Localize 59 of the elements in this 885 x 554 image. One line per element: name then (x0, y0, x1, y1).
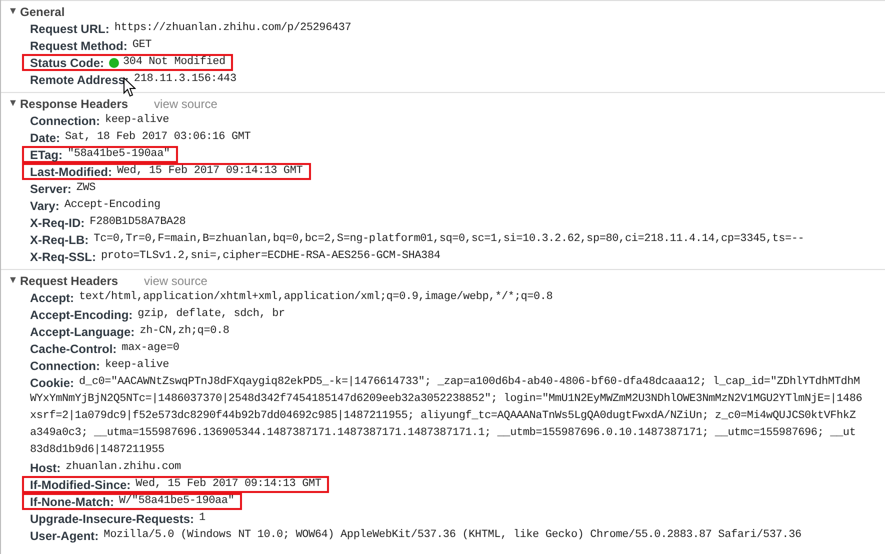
header-name: Cache-Control: (30, 340, 117, 358)
header-value: Sat, 18 Feb 2017 03:06:16 GMT (65, 130, 251, 146)
header-value: Accept-Encoding (64, 198, 160, 214)
header-name: If-Modified-Since: (30, 476, 131, 494)
section-title: General (20, 4, 65, 20)
header-value: "58a41be5-190aa" (67, 147, 170, 162)
header-value: F280B1D58A7BA28 (90, 215, 186, 230)
header-value: gzip, deflate, sdch, br (138, 307, 285, 322)
header-value: Wed, 15 Feb 2017 09:14:13 GMT (117, 164, 303, 180)
header-name: Host: (30, 460, 61, 476)
header-name: Vary: (30, 198, 60, 214)
header-value: WYxYmNmYjBjN2Q5NTc=|1486037370|2548d342f7454185147d6209eeb32a3052238852"; login="MmU1N2EyMWZmM2U3NDhlOWE3NmMzN2V1MGU2YTlmNjE=|1486 (30, 392, 862, 408)
header-name: Status Code: (30, 54, 104, 72)
section-title: Request Headers (20, 272, 118, 290)
header-value: xsrf=2|1a079dc9|f52e573dc8290f44b92b7dd04692c985|1487211955; aliyungf_tc=AQAAANaTnWs5LgQA0dugtFwxdA/NZiUn; z_c0=Mi4wQUJCS0ktVFhkZ (30, 409, 856, 424)
header-name: X-Req-SSL: (30, 248, 96, 266)
header-name: Accept-Encoding: (30, 306, 133, 324)
header-value: W/"58a41be5-190aa" (119, 494, 234, 510)
section-toggle[interactable]: ▼ (8, 273, 20, 288)
header-value: 1 (199, 511, 206, 526)
header-value: d_c0="AACAWNtZswqPTnJ8dFXqaygiq82ekPD5_-k=|1476614733"; _zap=a100d6b4-ab40-4806-bf60-dfa48dcaaa12; l_cap_id="ZDhlYTdhMTdhM (79, 375, 860, 390)
section-title: Response Headers (20, 96, 128, 112)
header-value: zh-CN,zh;q=0.8 (140, 324, 230, 340)
header-value: 218.11.3.156:443 (134, 72, 236, 88)
header-value: proto=TLSv1.2,sni=,cipher=ECDHE-RSA-AES256-GCM-SHA384 (101, 249, 440, 264)
header-value: zhuanlan.zhihu.com (66, 460, 181, 476)
header-name: Request Method: (30, 38, 128, 54)
header-name: Last-Modified: (30, 164, 112, 180)
header-name: ETag: (30, 146, 62, 164)
section-toggle[interactable]: ▼ (8, 4, 20, 19)
header-name: Accept: (30, 290, 74, 306)
header-value: Mozilla/5.0 (Windows NT 10.0; WOW64) AppleWebKit/537.36 (KHTML, like Gecko) Chrome/55.0.2883.87 Safari/537.36 (104, 528, 802, 544)
header-name: X-Req-ID: (30, 214, 85, 232)
header-value: 304 Not Modified (123, 55, 226, 70)
header-name: Accept-Language: (30, 324, 135, 340)
section-toggle[interactable]: ▼ (8, 96, 20, 111)
header-name: Cookie: (30, 374, 74, 392)
header-name: Connection: (30, 358, 100, 374)
view-source-link[interactable]: view source (144, 272, 208, 290)
header-name: Date: (30, 130, 60, 146)
header-value: ZWS (76, 181, 96, 196)
header-value: keep-alive (105, 113, 170, 128)
view-source-link[interactable]: view source (154, 94, 218, 112)
header-name: Upgrade-Insecure-Requests: (30, 510, 194, 528)
header-value: Wed, 15 Feb 2017 09:14:13 GMT (136, 477, 322, 492)
header-value: keep-alive (105, 358, 170, 374)
header-name: Server: (30, 180, 72, 198)
header-name: Request URL: (30, 20, 110, 38)
header-value: max-age=0 (122, 341, 180, 356)
header-name: Connection: (30, 112, 100, 130)
header-name: X-Req-LB: (30, 232, 89, 248)
header-value: Tc=0,Tr=0,F=main,B=zhuanlan,bq=0,bc=2,S=ng-platform01,sq=0,sc=1,si=10.3.2.62,sp=80,ci=218.11.4.14,cp=3345,ts=-- (94, 232, 804, 248)
header-name: User-Agent: (30, 528, 99, 544)
header-value: 83d8d1b9d6|1487211955 (30, 443, 164, 458)
header-name: If-None-Match: (30, 494, 114, 510)
header-value: GET (132, 38, 152, 54)
header-value: https://zhuanlan.zhihu.com/p/25296437 (114, 21, 352, 36)
header-value: text/html,application/xhtml+xml,application/xml;q=0.9,image/webp,*/*;q=0.8 (79, 290, 553, 306)
header-value: a349a0c3; __utma=155987696.136905344.1487387171.1487387171.1487387171.1; __utmb=155987696.0.10.1487387171; __utmc=155987696; __ut (30, 426, 856, 442)
